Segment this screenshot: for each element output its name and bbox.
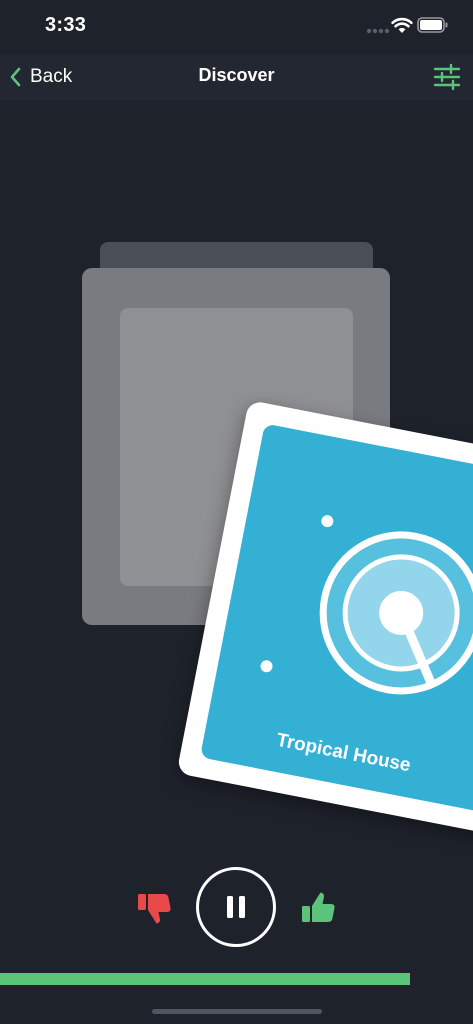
playback-progress-bar[interactable] <box>0 973 473 985</box>
vinyl-record-icon <box>260 515 473 695</box>
pause-icon <box>227 896 245 918</box>
cellular-signal-icon <box>366 28 390 34</box>
card-artwork: Tropical House <box>199 423 473 813</box>
page-title: Discover <box>198 65 275 85</box>
playback-progress-fill <box>0 973 410 985</box>
sliders-icon[interactable] <box>432 62 462 92</box>
home-indicator[interactable] <box>152 1009 322 1014</box>
card-title: Tropical House <box>274 729 413 777</box>
thumbs-down-icon[interactable] <box>134 888 174 928</box>
navigation-bar: Back Discover <box>0 54 473 100</box>
play-pause-button[interactable] <box>196 867 276 947</box>
thumbs-up-icon[interactable] <box>298 888 338 928</box>
status-bar: 3:33 <box>0 0 473 54</box>
wifi-icon <box>391 17 413 33</box>
status-time: 3:33 <box>45 14 87 36</box>
battery-icon <box>417 17 448 33</box>
